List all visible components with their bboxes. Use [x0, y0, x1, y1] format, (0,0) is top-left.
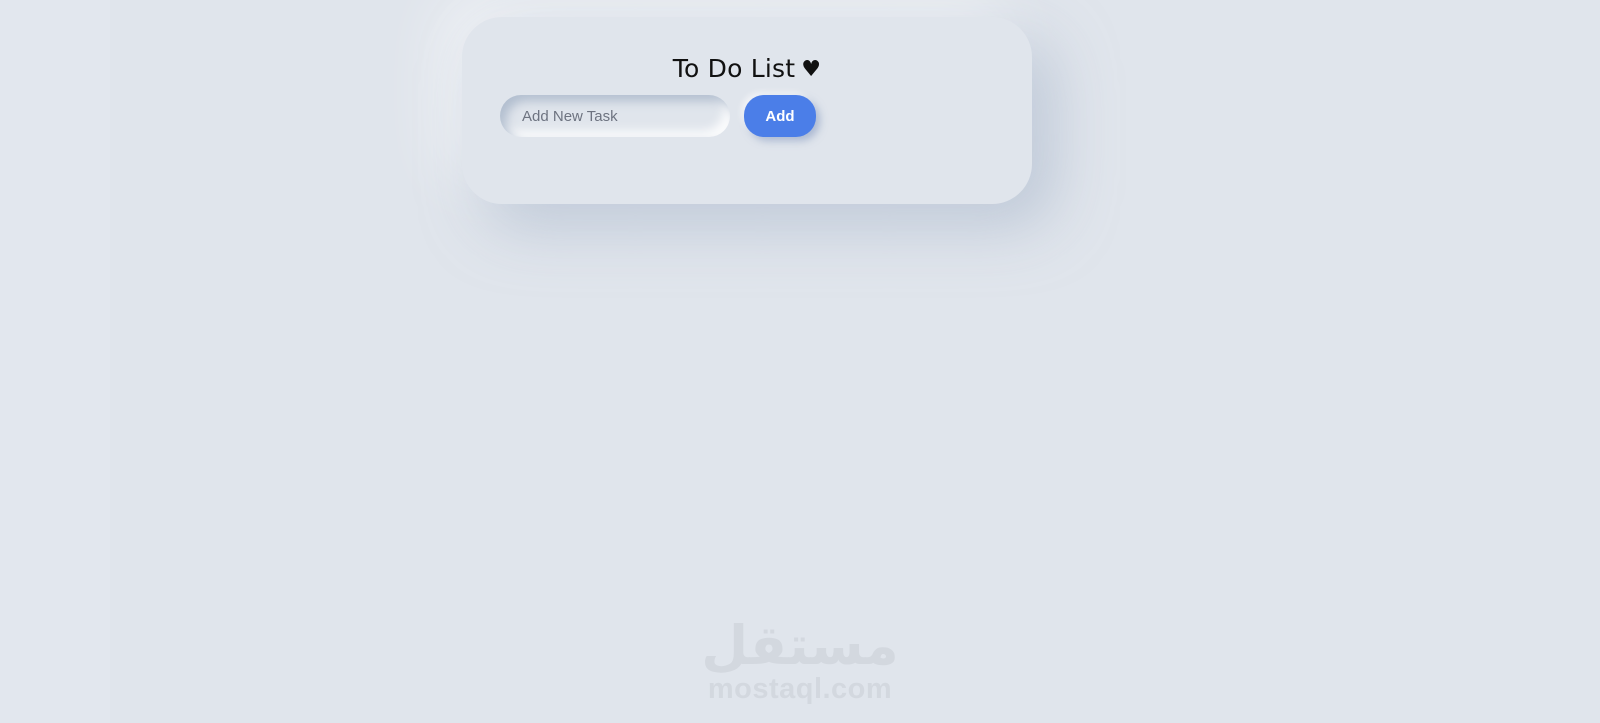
page-title: To Do List [672, 54, 796, 83]
title-row: To Do List ♥ [462, 54, 1032, 83]
page: To Do List♥ Add مستقل mostaql.com [0, 0, 1600, 723]
watermark-latin: mostaql.com [707, 673, 893, 705]
new-task-input[interactable] [500, 95, 730, 137]
heart-icon: ♥ [801, 57, 822, 82]
todo-card: To Do List ♥ Add [462, 17, 1032, 204]
left-edge-strip [0, 0, 110, 723]
add-task-button[interactable]: Add [744, 95, 816, 137]
watermark-logo: مستقل mostaql.com [700, 614, 900, 705]
watermark-arabic: مستقل [701, 614, 899, 677]
